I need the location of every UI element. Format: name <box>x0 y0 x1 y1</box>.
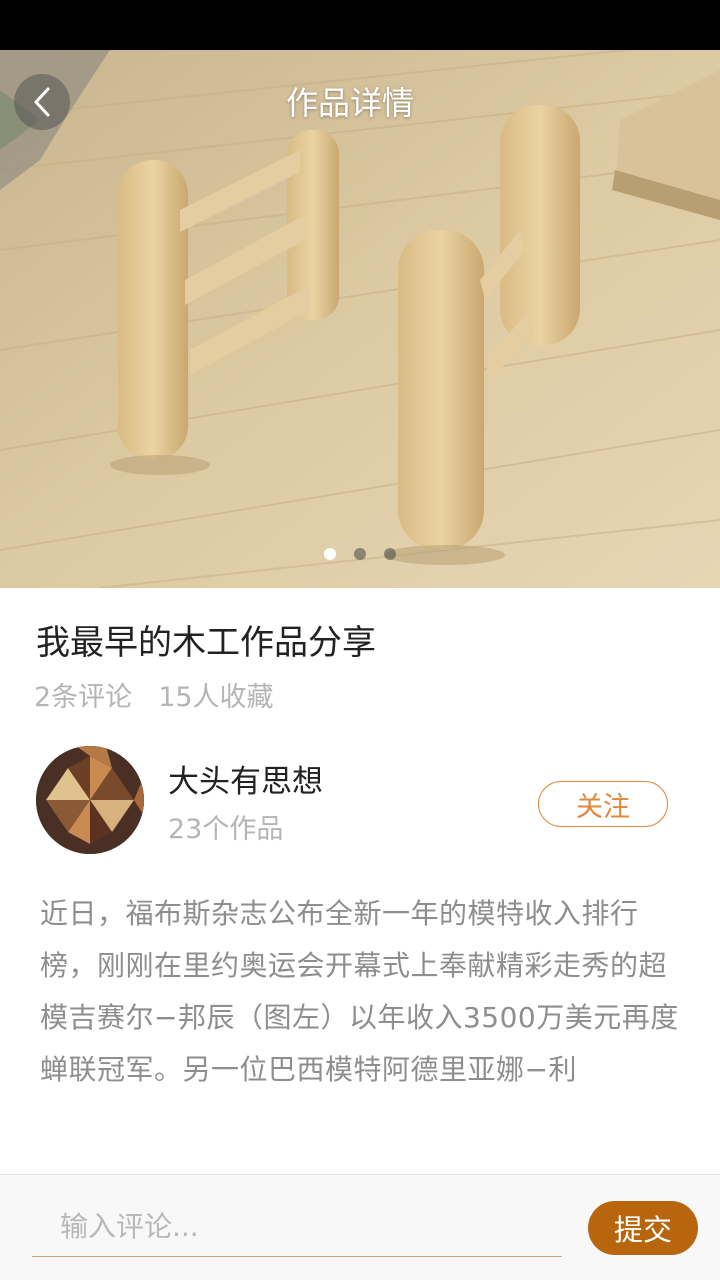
work-image-carousel[interactable]: 作品详情 <box>0 50 720 588</box>
favorite-count: 15人收藏 <box>158 682 274 713</box>
work-stats: 2条评论 15人收藏 <box>34 678 274 718</box>
submit-button[interactable]: 提交 <box>588 1201 698 1255</box>
comment-input[interactable] <box>32 1197 562 1257</box>
avatar-image <box>36 746 144 854</box>
author-name[interactable]: 大头有思想 <box>168 760 323 804</box>
work-title: 我最早的木工作品分享 <box>36 623 376 663</box>
comment-bar: 提交 <box>0 1174 720 1280</box>
status-bar <box>0 0 720 50</box>
follow-button[interactable]: 关注 <box>538 781 668 827</box>
carousel-dot[interactable] <box>384 548 396 560</box>
page-title: 作品详情 <box>285 84 414 122</box>
comment-count[interactable]: 2条评论 <box>34 678 132 718</box>
work-description: 近日，福布斯杂志公布全新一年的模特收入排行榜，刚刚在里约奥运会开幕式上奉献精彩走… <box>40 897 679 1086</box>
carousel-dot[interactable] <box>324 548 336 560</box>
carousel-dot[interactable] <box>354 548 366 560</box>
author-works-count: 23个作品 <box>168 814 284 845</box>
work-photo <box>0 50 720 588</box>
author-avatar[interactable] <box>36 746 144 854</box>
carousel-indicator <box>0 548 720 560</box>
